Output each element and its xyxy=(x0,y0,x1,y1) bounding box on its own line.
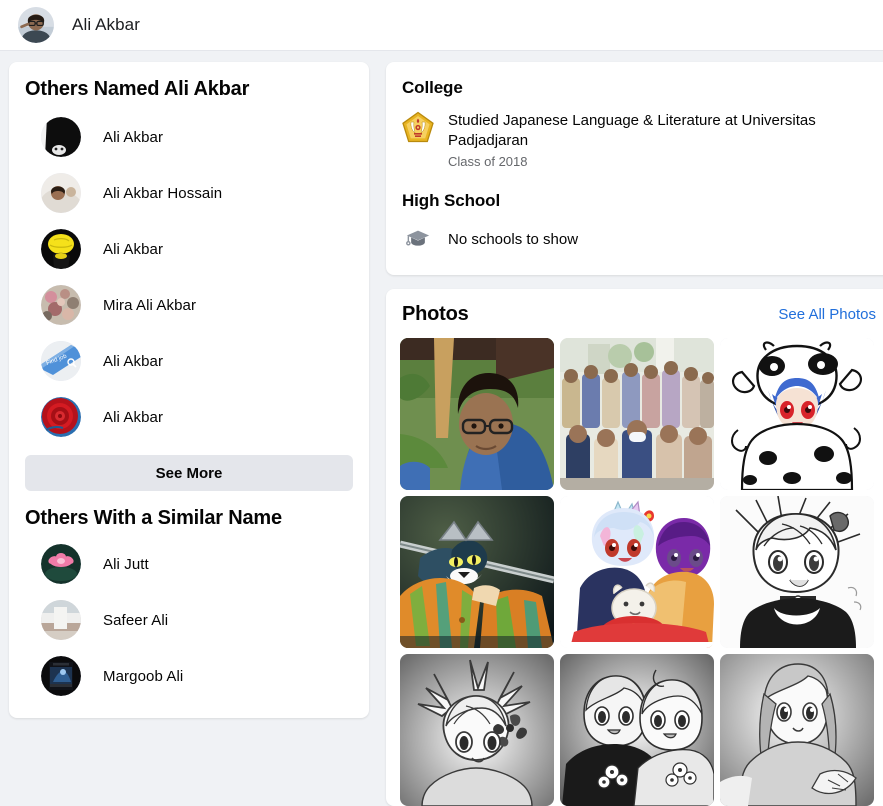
photos-title: Photos xyxy=(402,303,469,325)
similar-name-list: Ali Jutt Safeer Ali Margoob Ali xyxy=(25,536,353,704)
high-school-empty-row: No schools to show xyxy=(400,221,883,257)
page-title: Ali Akbar xyxy=(72,15,140,34)
see-all-photos-link[interactable]: See All Photos xyxy=(778,306,883,323)
photo-tile[interactable] xyxy=(720,338,874,490)
photo-tile[interactable] xyxy=(400,654,554,806)
college-entry[interactable]: Studied Japanese Language & Literature a… xyxy=(400,110,883,169)
person-name: Ali Jutt xyxy=(103,555,149,573)
people-you-may-know-card: Others Named Ali Akbar Ali Akbar Ali Akb… xyxy=(9,62,369,718)
photo-grid xyxy=(400,338,883,806)
right-column: College Studied Japanese Language & Lite… xyxy=(386,62,883,806)
person-avatar-icon xyxy=(41,600,81,640)
monochrome-anime-boy-photo xyxy=(720,496,874,648)
person-name: Margoob Ali xyxy=(103,667,184,685)
photos-card: Photos See All Photos xyxy=(386,289,883,806)
portrait-outdoor-photo xyxy=(400,338,554,490)
person-avatar-icon xyxy=(41,544,81,584)
list-item[interactable]: Ali Akbar Hossain xyxy=(25,165,353,221)
education-card: College Studied Japanese Language & Lite… xyxy=(386,62,883,275)
avatar[interactable] xyxy=(18,7,54,43)
person-name: Ali Akbar xyxy=(103,240,164,258)
monochrome-anime-long-hair-photo xyxy=(720,654,874,806)
college-primary-text: Studied Japanese Language & Literature a… xyxy=(448,112,816,149)
profile-photo-icon xyxy=(18,7,54,43)
similar-name-heading: Others With a Similar Name xyxy=(25,507,282,529)
college-heading: College xyxy=(402,78,463,97)
list-item[interactable]: Mira Ali Akbar xyxy=(25,277,353,333)
high-school-empty-text: No schools to show xyxy=(448,230,579,248)
list-item[interactable]: Ali Akbar xyxy=(25,109,353,165)
monochrome-anime-boy-with-flower-photo xyxy=(400,654,554,806)
photo-tile[interactable] xyxy=(720,496,874,648)
photos-header: Photos See All Photos xyxy=(400,303,883,338)
photo-tile[interactable] xyxy=(560,496,714,648)
college-class-year: Class of 2018 xyxy=(448,154,528,169)
others-named-heading: Others Named Ali Akbar xyxy=(25,78,250,100)
anime-cow-hood-photo xyxy=(720,338,874,490)
person-avatar-icon: Find job xyxy=(41,341,81,381)
person-avatar-icon xyxy=(41,285,81,325)
list-item[interactable]: Ali Akbar xyxy=(25,389,353,445)
college-text-block: Studied Japanese Language & Literature a… xyxy=(448,110,843,169)
person-avatar-icon xyxy=(41,397,81,437)
list-item[interactable]: Ali Jutt xyxy=(25,536,353,592)
list-item[interactable]: Margoob Ali xyxy=(25,648,353,704)
person-name: Ali Akbar Hossain xyxy=(103,184,223,202)
person-name: Mira Ali Akbar xyxy=(103,296,197,314)
left-column: Others Named Ali Akbar Ali Akbar Ali Akb… xyxy=(9,62,369,718)
high-school-heading: High School xyxy=(402,191,501,210)
person-avatar-icon xyxy=(41,173,81,213)
profile-top-bar: Ali Akbar xyxy=(0,0,883,51)
photo-tile[interactable] xyxy=(400,496,554,648)
person-name: Safeer Ali xyxy=(103,611,169,629)
list-item[interactable]: Find job Ali Akbar xyxy=(25,333,353,389)
person-avatar-icon xyxy=(41,117,81,157)
university-crest-icon xyxy=(400,110,436,146)
person-name: Ali Akbar xyxy=(103,408,164,426)
photo-tile[interactable] xyxy=(400,338,554,490)
profile-body: Others Named Ali Akbar Ali Akbar Ali Akb… xyxy=(0,51,883,806)
person-avatar-icon xyxy=(41,656,81,696)
others-named-list: Ali Akbar Ali Akbar Hossain Ali Akbar Mi… xyxy=(25,109,353,445)
photo-tile[interactable] xyxy=(560,338,714,490)
person-name: Ali Akbar xyxy=(103,352,164,370)
list-item[interactable]: Safeer Ali xyxy=(25,592,353,648)
photo-tile[interactable] xyxy=(560,654,714,806)
person-name: Ali Akbar xyxy=(103,128,164,146)
see-more-button[interactable]: See More xyxy=(25,455,353,491)
photo-tile[interactable] xyxy=(720,654,874,806)
two-anime-girls-with-cat-photo xyxy=(560,496,714,648)
anime-cat-with-sword-photo xyxy=(400,496,554,648)
group-photo xyxy=(560,338,714,490)
graduation-cap-icon xyxy=(400,221,436,257)
list-item[interactable]: Ali Akbar xyxy=(25,221,353,277)
monochrome-anime-couple-photo xyxy=(560,654,714,806)
person-avatar-icon xyxy=(41,229,81,269)
